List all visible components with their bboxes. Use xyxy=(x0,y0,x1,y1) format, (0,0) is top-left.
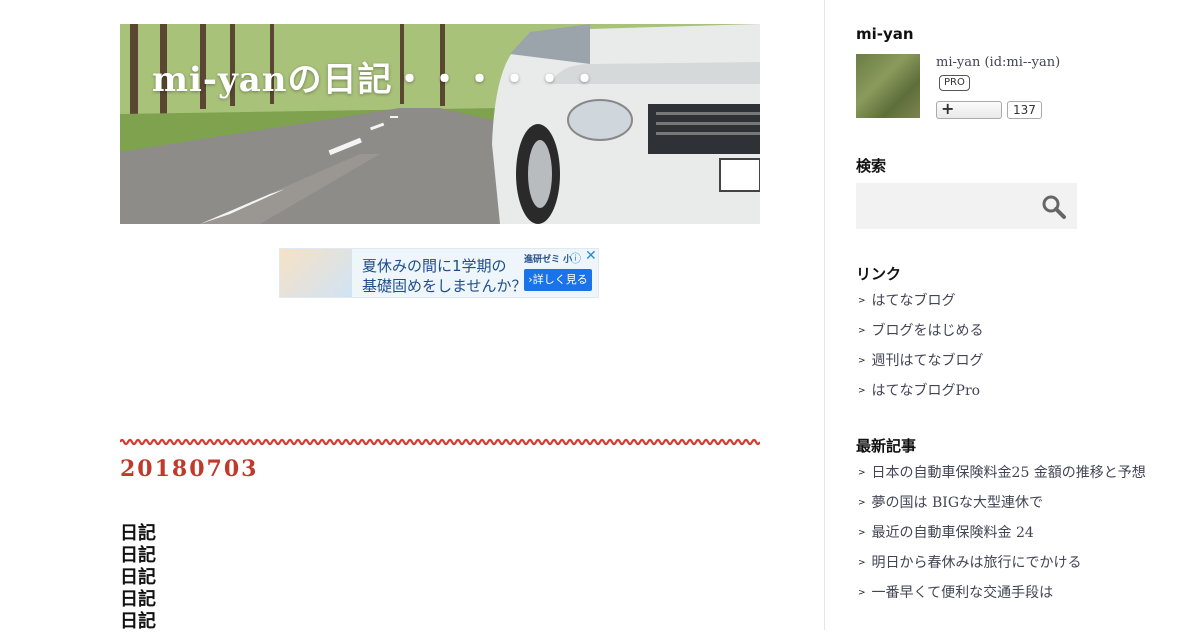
list-item[interactable]: > 日本の自動車保険料金25 金額の推移と予想 xyxy=(858,463,1146,493)
arrow-right-icon: > xyxy=(858,356,866,366)
recent-entry-link[interactable]: 夢の国は BIGな大型連休で xyxy=(872,495,1043,511)
list-item[interactable]: > 一番早くて便利な交通手段は xyxy=(858,583,1146,613)
search-icon[interactable] xyxy=(1041,194,1067,220)
entry-line: 日記 xyxy=(120,523,156,544)
links-list: > はてなブログ > ブログをはじめる > 週刊はてなブログ > はてなブログPro xyxy=(858,291,984,411)
wavy-divider xyxy=(120,438,760,446)
ad-banner[interactable]: 夏休みの間に1学期の 基礎固めをしませんか？ 進研ゼミ 小 ⓘ ✕ ›詳しく見る xyxy=(279,248,599,298)
recent-entry-link[interactable]: 一番早くて便利な交通手段は xyxy=(872,585,1054,601)
entry-date-title[interactable]: 20180703 xyxy=(120,456,258,482)
arrow-right-icon: > xyxy=(858,326,866,336)
arrow-right-icon: > xyxy=(858,468,866,478)
ad-brand: 進研ゼミ 小 xyxy=(524,255,573,265)
search-input[interactable] xyxy=(856,183,1036,229)
profile-module-title: mi-yan xyxy=(856,25,914,43)
avatar[interactable] xyxy=(856,54,920,118)
list-item[interactable]: > ブログをはじめる xyxy=(858,321,984,351)
arrow-right-icon: > xyxy=(858,558,866,568)
arrow-right-icon: > xyxy=(858,498,866,508)
plus-icon: + xyxy=(941,99,955,118)
search-module-title: 検索 xyxy=(856,157,887,175)
entry-line: 日記 xyxy=(120,567,156,588)
sidebar-divider xyxy=(824,0,825,630)
recent-entries-list: > 日本の自動車保険料金25 金額の推移と予想 > 夢の国は BIGな大型連休で >… xyxy=(858,463,1146,613)
arrow-right-icon: > xyxy=(858,296,866,306)
pro-badge: PRO xyxy=(939,75,970,91)
ad-headline-1: 夏休みの間に1学期の xyxy=(362,257,507,275)
close-icon[interactable]: ✕ xyxy=(585,249,597,264)
link-item[interactable]: はてなブログPro xyxy=(872,383,981,399)
link-item[interactable]: ブログをはじめる xyxy=(872,323,984,339)
follower-count[interactable]: 137 xyxy=(1007,101,1042,119)
blog-title[interactable]: mi-yanの日記・・・・・・ xyxy=(152,52,603,101)
entry-body: 日記 日記 日記 日記 日記 xyxy=(120,523,156,633)
recent-entry-link[interactable]: 日本の自動車保険料金25 金額の推移と予想 xyxy=(872,465,1146,481)
entry-line: 日記 xyxy=(120,589,156,610)
recent-entry-link[interactable]: 明日から春休みは旅行にでかける xyxy=(872,555,1082,571)
arrow-right-icon: > xyxy=(858,588,866,598)
info-icon[interactable]: ⓘ xyxy=(570,250,581,266)
link-item[interactable]: 週刊はてなブログ xyxy=(872,353,984,369)
list-item[interactable]: > はてなブログ xyxy=(858,291,984,321)
ad-headline-2: 基礎固めをしませんか？ xyxy=(362,277,527,295)
arrow-right-icon: > xyxy=(858,528,866,538)
header-banner[interactable]: mi-yanの日記・・・・・・ xyxy=(120,24,760,224)
link-item[interactable]: はてなブログ xyxy=(872,293,956,309)
recent-module-title: 最新記事 xyxy=(856,437,917,455)
list-item[interactable]: > 最近の自動車保険料金 24 xyxy=(858,523,1146,553)
list-item[interactable]: > 明日から春休みは旅行にでかける xyxy=(858,553,1146,583)
ad-cta-button[interactable]: ›詳しく見る xyxy=(524,269,592,291)
entry-line: 日記 xyxy=(120,545,156,566)
list-item[interactable]: > 夢の国は BIGな大型連休で xyxy=(858,493,1146,523)
ad-image xyxy=(280,249,352,297)
recent-entry-link[interactable]: 最近の自動車保険料金 24 xyxy=(872,525,1034,541)
links-module-title: リンク xyxy=(856,265,902,283)
list-item[interactable]: > はてなブログPro xyxy=(858,381,984,411)
profile-name-link[interactable]: mi-yan (id:mi--yan) xyxy=(936,55,1060,70)
follow-button[interactable]: + xyxy=(936,99,1002,119)
list-item[interactable]: > 週刊はてなブログ xyxy=(858,351,984,381)
arrow-right-icon: > xyxy=(858,386,866,396)
